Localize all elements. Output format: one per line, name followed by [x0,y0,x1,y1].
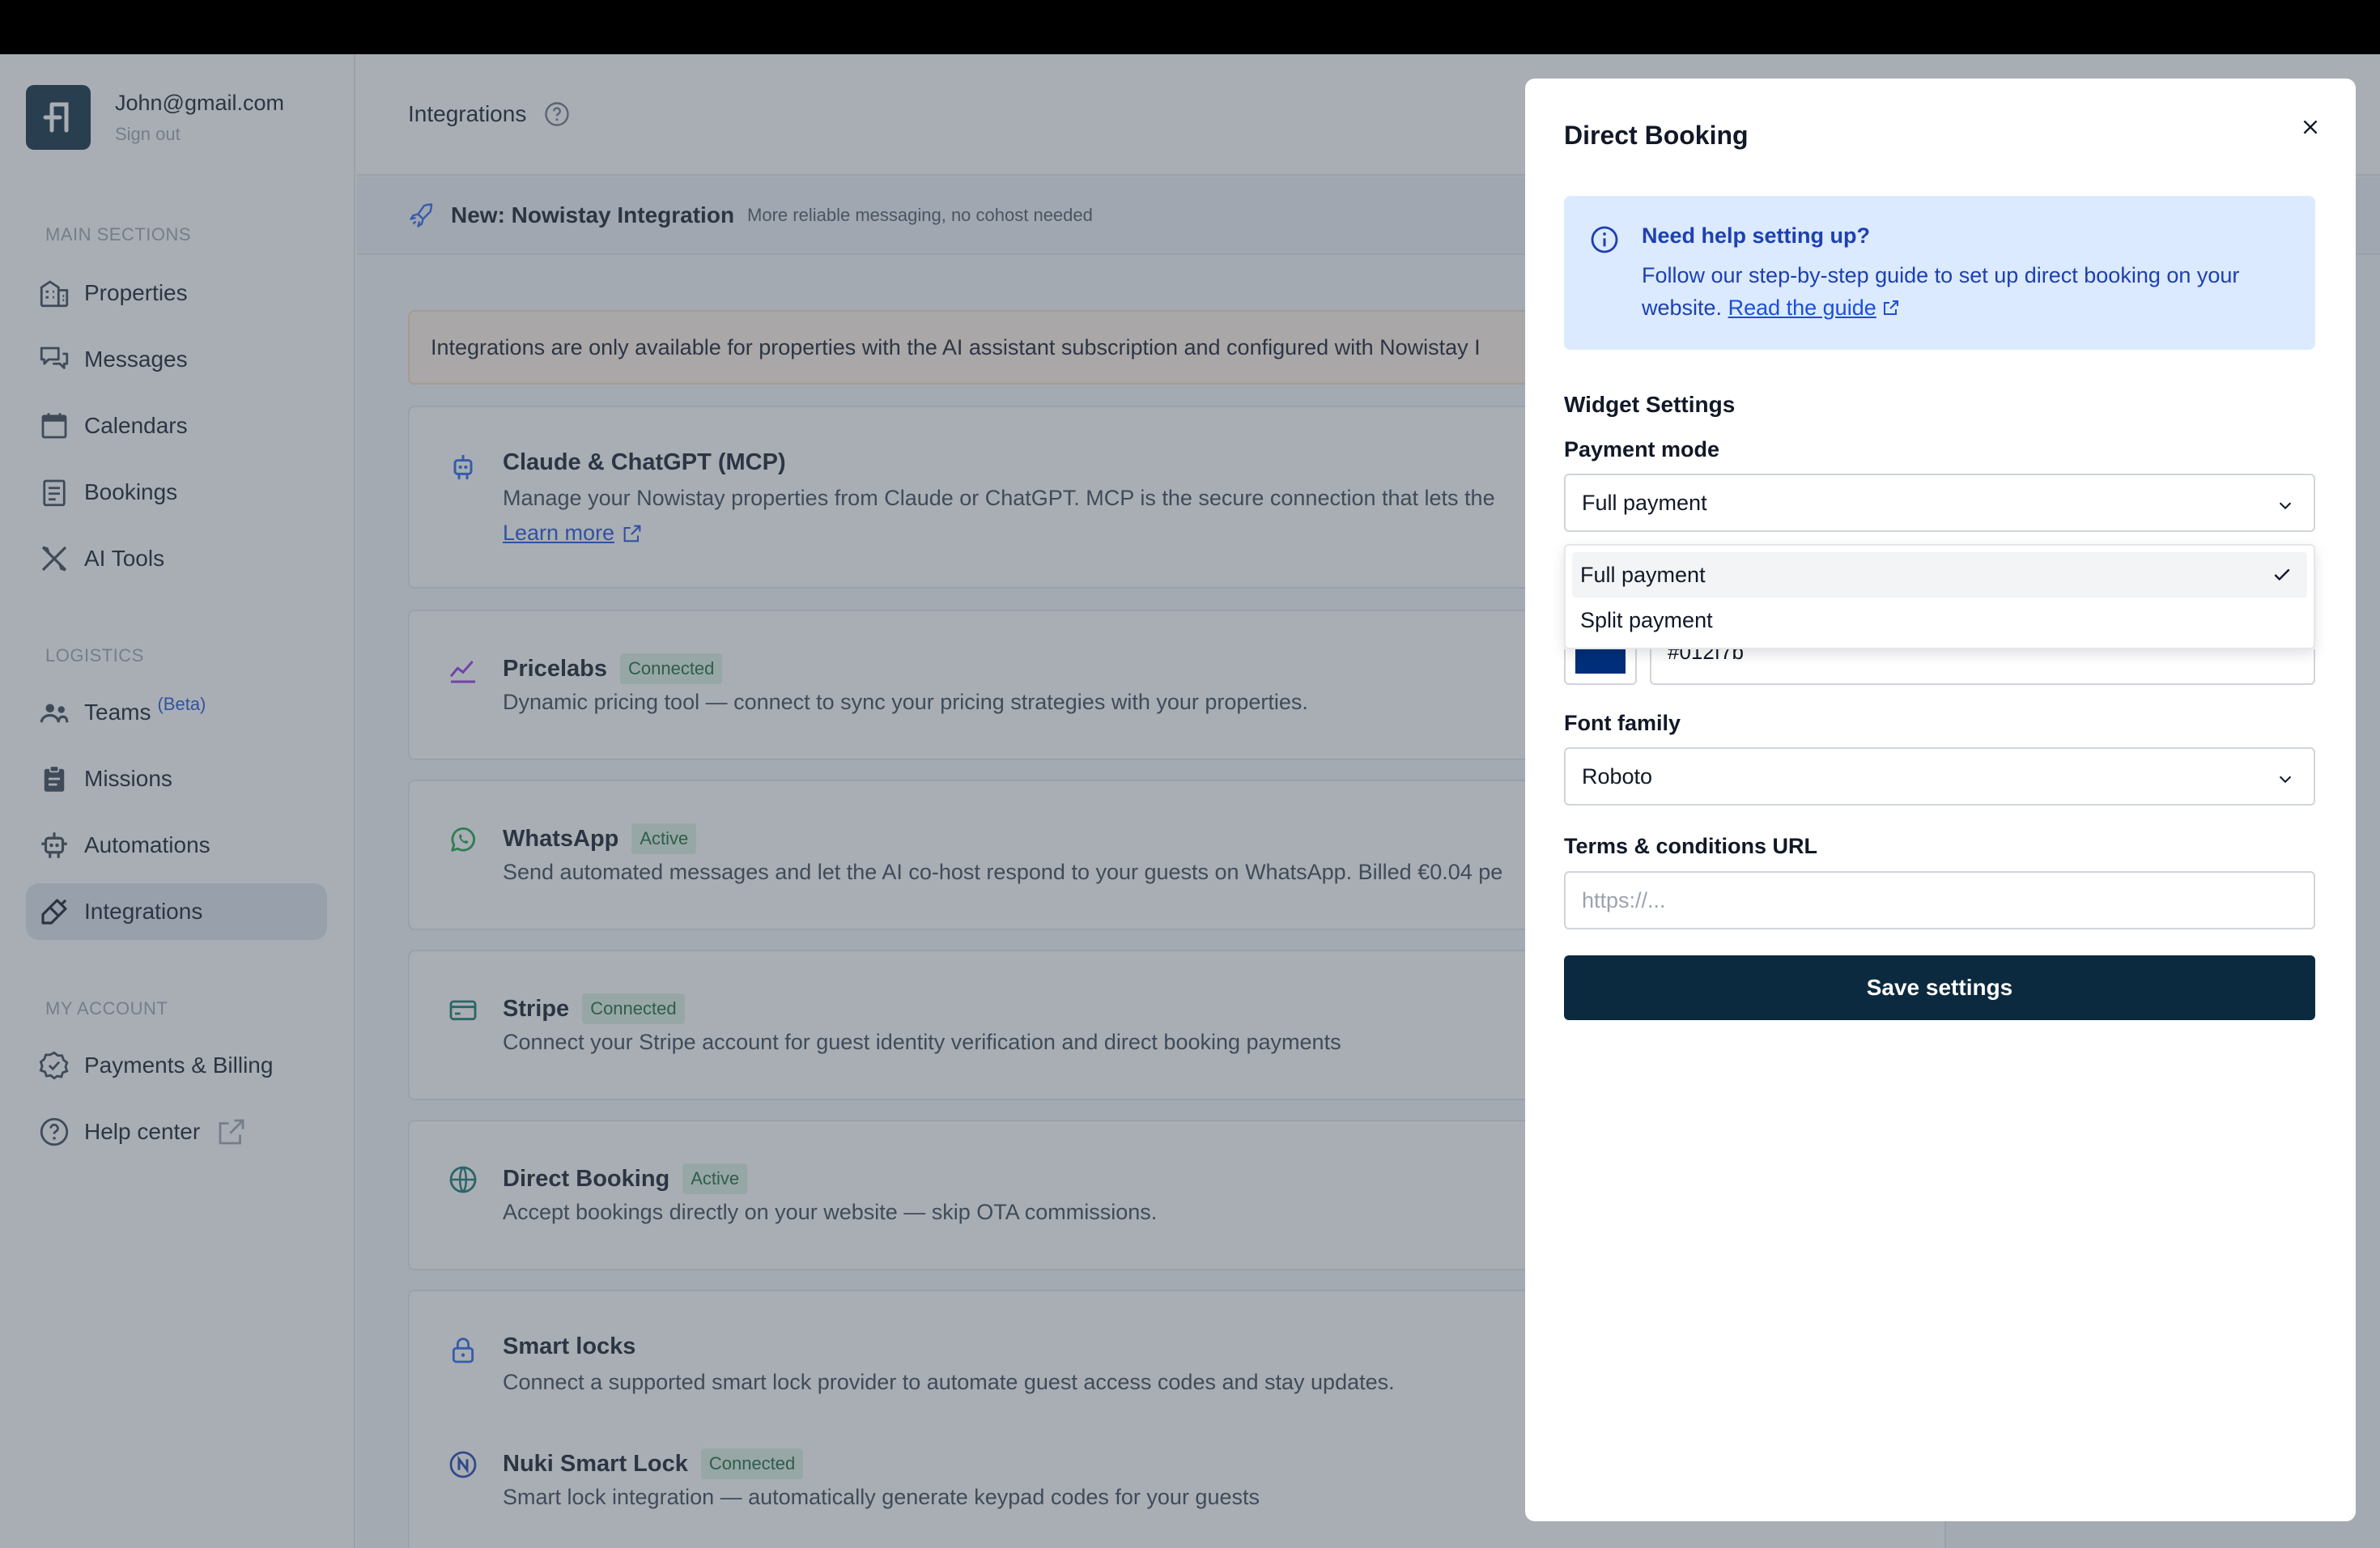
close-button[interactable] [2293,109,2328,145]
read-guide-link[interactable]: Read the guide [1728,296,1901,320]
option-full-payment[interactable]: Full payment [1572,552,2307,598]
terms-url-input[interactable]: https://... [1564,871,2315,929]
save-settings-button[interactable]: Save settings [1564,955,2315,1020]
payment-mode-dropdown: Full payment Split payment [1564,544,2315,649]
chevron-down-icon [2279,502,2292,510]
color-hex-input[interactable]: #012f7b [1650,640,2315,685]
close-icon [2303,120,2318,134]
help-callout: Need help setting up? Follow our step-by… [1564,196,2315,350]
primary-color-row: #012f7b [1564,640,2315,685]
help-description: Follow our step-by-step guide to set up … [1642,259,2289,324]
color-swatch-fill [1575,649,1626,674]
payment-mode-value: Full payment [1582,490,1707,515]
payment-mode-label: Payment mode [1564,437,1720,461]
top-black-bar [0,0,2380,54]
info-icon [1591,226,1618,253]
payment-mode-select[interactable]: Full payment [1564,474,2315,532]
option-label: Split payment [1580,607,1713,632]
option-split-payment[interactable]: Split payment [1572,598,2307,643]
widget-settings-heading: Widget Settings [1564,392,1736,417]
read-guide-text: Read the guide [1728,296,1876,320]
modal-title: Direct Booking [1564,121,1749,150]
color-swatch[interactable] [1564,649,1637,685]
chevron-down-icon [2279,776,2292,784]
external-link-icon [1883,300,1898,315]
font-family-select[interactable]: Roboto [1564,747,2315,806]
help-title: Need help setting up? [1642,223,1871,248]
font-family-value: Roboto [1582,763,1653,789]
terms-url-label: Terms & conditions URL [1564,834,1818,858]
option-label: Full payment [1580,562,1706,587]
check-icon [2274,568,2290,581]
direct-booking-modal: Direct Booking Need help setting up? Fol… [1525,79,2356,1521]
font-family-label: Font family [1564,711,1681,735]
terms-url-placeholder: https://... [1582,887,1666,912]
